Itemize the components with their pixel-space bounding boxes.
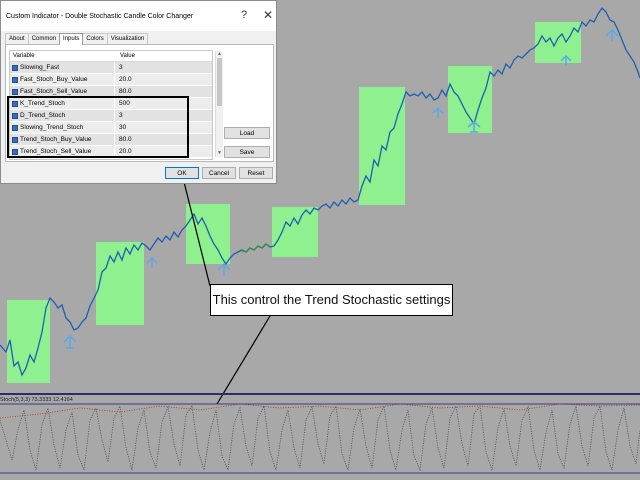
callout-annotation: This control the Trend Stochastic settin… [210,284,453,316]
save-button[interactable]: Save [224,146,270,158]
header-value[interactable]: Value [117,51,135,61]
parameter-icon [12,76,18,83]
highlight-zone [448,66,492,133]
highlight-zone [96,242,144,325]
oscillator-label: Stoch(5,3,3) 73.3333 12.4164 [0,397,73,403]
trend-stoch-highlight [7,96,189,158]
header-variable[interactable]: Variable [10,51,117,61]
highlight-zone [272,207,318,257]
tab-common[interactable]: Common [27,33,61,44]
dialog-title: Custom Indicator - Double Stochastic Can… [6,13,194,20]
tab-about[interactable]: About [5,33,29,44]
highlight-zone [7,300,50,383]
dialog-tabs: About Common Inputs Colors Visualization [5,33,149,45]
tab-visualization[interactable]: Visualization [106,33,149,44]
table-row[interactable]: Fast_Stoch_Buy_Value 20.0 [10,74,212,86]
oscillator-fast-line [0,404,640,472]
help-button[interactable]: ? [241,9,247,21]
buy-arrow-icon [217,262,231,276]
row-variable: Slowing_Fast [20,64,60,71]
tab-inputs[interactable]: Inputs [59,33,84,45]
tab-colors[interactable]: Colors [82,33,108,44]
row-value[interactable]: 20.0 [115,74,132,85]
row-variable: Fast_Stoch_Buy_Value [20,76,88,83]
scroll-down-icon[interactable]: ▼ [217,151,222,156]
reset-button[interactable]: Reset [239,167,273,179]
load-button[interactable]: Load [224,127,270,139]
dialog-titlebar[interactable]: Custom Indicator - Double Stochastic Can… [1,1,276,31]
parameter-icon [12,64,18,71]
scroll-thumb[interactable] [217,58,222,106]
ok-button[interactable]: OK [165,167,199,179]
custom-indicator-dialog[interactable]: Custom Indicator - Double Stochastic Can… [0,0,277,184]
close-icon[interactable]: ✕ [263,8,273,22]
table-row[interactable]: Slowing_Fast 3 [10,62,212,74]
buy-arrow-icon [432,106,444,118]
oscillator-slow-line [0,403,640,419]
buy-arrow-icon [146,256,158,268]
callout-pointers [177,157,271,405]
cancel-button[interactable]: Cancel [202,167,236,179]
row-value[interactable]: 3 [115,62,123,73]
buy-arrow-icon [63,334,77,349]
buy-arrow-icon [605,28,619,42]
highlight-zone [186,204,230,264]
scroll-up-icon[interactable]: ▲ [217,52,222,57]
grid-header: Variable Value [10,51,212,62]
grid-scrollbar[interactable]: ▲ ▼ [215,51,223,157]
parameter-icon [12,88,18,95]
